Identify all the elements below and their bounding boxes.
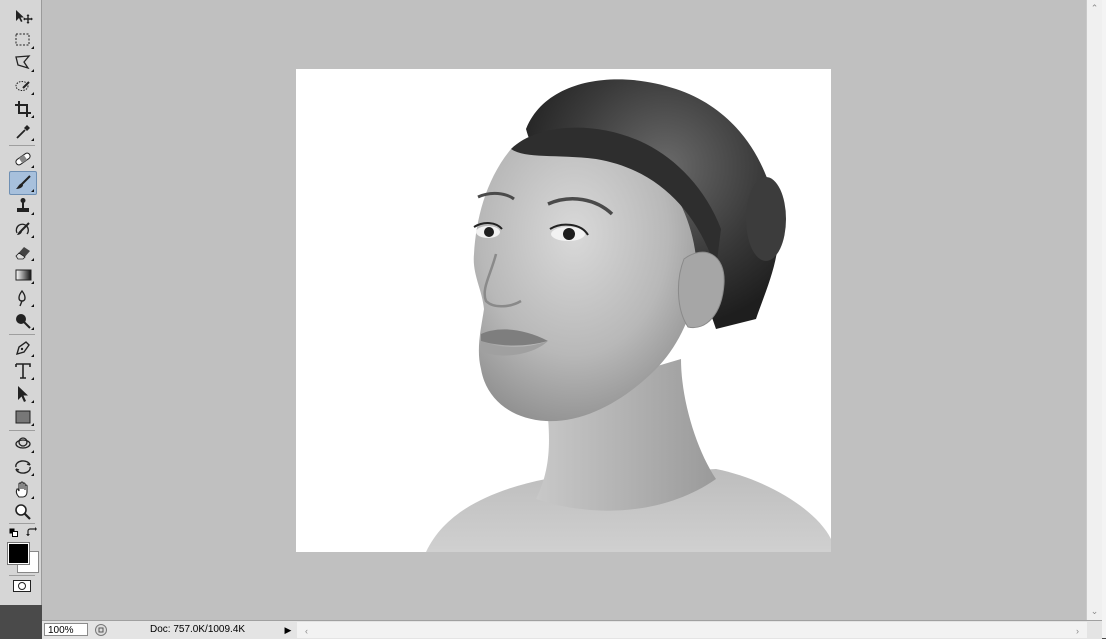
dodge-icon [16, 314, 31, 329]
scroll-left-button[interactable]: ‹ [299, 623, 314, 638]
submenu-indicator [31, 189, 34, 192]
eraser-icon [15, 247, 30, 260]
horizontal-scrollbar[interactable]: ‹ › [297, 622, 1087, 638]
submenu-indicator [31, 138, 34, 141]
move-tool[interactable] [10, 6, 36, 28]
3d-orbit-icon [15, 460, 31, 474]
submenu-indicator [31, 450, 34, 453]
rectangular-marquee-tool[interactable] [10, 29, 36, 51]
submenu-indicator [31, 69, 34, 72]
submenu-indicator [31, 327, 34, 330]
blur-icon [18, 289, 26, 307]
gradient-icon [15, 269, 32, 281]
submenu-indicator [31, 354, 34, 357]
toolbar-bottom-gap [0, 605, 42, 638]
pen-icon [15, 341, 30, 356]
quick-mask-button[interactable] [12, 579, 32, 593]
lasso-icon [15, 55, 31, 70]
history-brush-icon [15, 222, 30, 235]
submenu-indicator [31, 400, 34, 403]
submenu-indicator [31, 304, 34, 307]
swap-arrows-icon [26, 527, 37, 536]
magnifier-icon [15, 504, 31, 520]
move-icon [16, 10, 33, 24]
gradient-tool[interactable] [10, 264, 36, 286]
brush-tool[interactable] [9, 171, 37, 195]
brush-icon [16, 175, 31, 189]
blur-tool[interactable] [10, 287, 36, 309]
chevron-right-icon: › [1076, 625, 1079, 636]
submenu-indicator [31, 377, 34, 380]
tools-panel [0, 0, 42, 605]
zoom-tool[interactable] [10, 501, 36, 523]
hand-icon [15, 481, 28, 498]
dodge-tool[interactable] [10, 310, 36, 332]
submenu-indicator [31, 92, 34, 95]
canvas-area[interactable] [42, 0, 1086, 620]
eyedropper-icon [16, 125, 30, 139]
toolbar-divider [9, 334, 35, 335]
scroll-down-button[interactable]: ⌄ [1087, 604, 1102, 619]
scroll-right-button[interactable]: › [1070, 623, 1085, 638]
scroll-up-button[interactable]: ⌃ [1087, 1, 1102, 16]
submenu-indicator [31, 165, 34, 168]
submenu-indicator [31, 235, 34, 238]
crop-tool[interactable] [10, 98, 36, 120]
eyedropper-tool[interactable] [10, 121, 36, 143]
polygonal-lasso-tool[interactable] [10, 52, 36, 74]
path-selection-tool[interactable] [10, 383, 36, 405]
zoom-level-field[interactable]: 100% [44, 623, 88, 636]
pen-tool[interactable] [10, 337, 36, 359]
status-bar: 100% Doc: 757.0K/1009.4K ▶ ‹ › [42, 620, 1102, 639]
document-info-icon[interactable] [94, 623, 108, 637]
submenu-indicator [31, 423, 34, 426]
arrow-icon [18, 386, 28, 402]
crop-icon [15, 101, 31, 117]
submenu-indicator [31, 496, 34, 499]
chevron-down-icon: ⌄ [1090, 606, 1099, 616]
document-size-info: Doc: 757.0K/1009.4K [150, 624, 246, 635]
marquee-icon [15, 33, 30, 46]
triangle-right-icon: ▶ [284, 624, 292, 635]
type-icon [15, 363, 31, 379]
submenu-indicator [31, 258, 34, 261]
submenu-indicator [31, 281, 34, 284]
chevron-up-icon: ⌃ [1090, 3, 1099, 13]
window-edge [1102, 0, 1106, 638]
rectangle-icon [15, 410, 31, 424]
chevron-left-icon: ‹ [305, 625, 308, 636]
default-colors-button[interactable] [9, 528, 19, 538]
foreground-color-swatch[interactable] [7, 542, 30, 565]
stamp-icon [17, 198, 29, 212]
healing-brush-tool[interactable] [10, 148, 36, 170]
quick-selection-icon [15, 81, 30, 91]
swap-colors-button[interactable] [26, 527, 37, 538]
eraser-tool[interactable] [10, 241, 36, 263]
default-colors-icon [9, 528, 18, 537]
3d-rotate-icon [15, 437, 31, 449]
toolbar-divider [9, 145, 35, 146]
history-brush-tool[interactable] [10, 218, 36, 240]
toolbar-divider [9, 523, 35, 524]
quick-selection-tool[interactable] [10, 75, 36, 97]
status-menu-button[interactable]: ▶ [282, 623, 294, 637]
bandage-icon [15, 152, 31, 166]
3d-orbit-tool[interactable] [10, 456, 36, 478]
submenu-indicator [31, 473, 34, 476]
toolbar-divider [9, 430, 35, 431]
submenu-indicator [31, 115, 34, 118]
rectangle-shape-tool[interactable] [10, 406, 36, 428]
submenu-indicator [31, 212, 34, 215]
hand-tool[interactable] [10, 479, 36, 501]
toolbar-divider [9, 575, 35, 576]
vertical-scrollbar[interactable]: ⌃ ⌄ [1086, 0, 1102, 620]
portrait-photo [426, 79, 831, 552]
3d-rotate-tool[interactable] [10, 433, 36, 455]
document-image[interactable] [296, 69, 831, 552]
quick-mask-icon [13, 580, 31, 592]
clone-stamp-tool[interactable] [10, 195, 36, 217]
submenu-indicator [31, 46, 34, 49]
type-tool[interactable] [10, 360, 36, 382]
